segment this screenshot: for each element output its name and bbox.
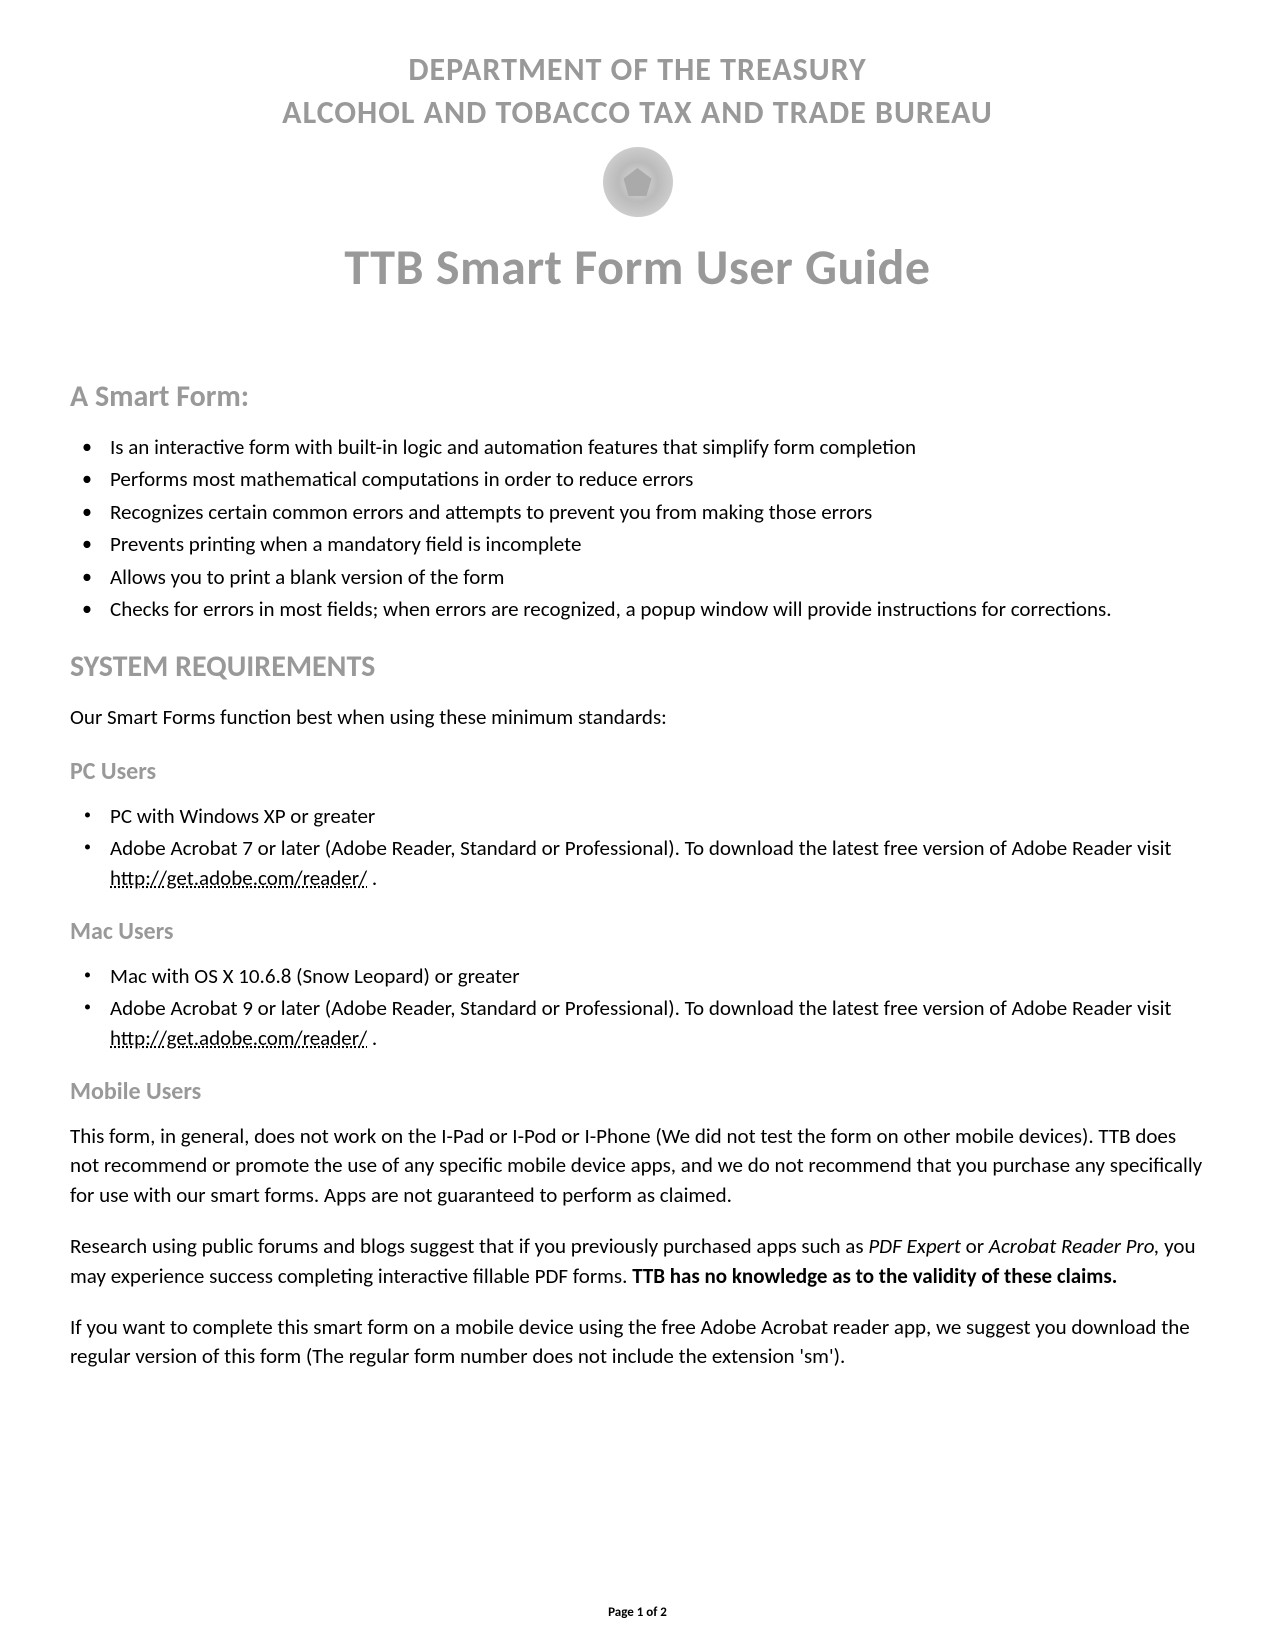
adobe-reader-link[interactable]: http://get.adobe.com/reader/ <box>110 1025 367 1051</box>
mobile-para-2: Research using public forums and blogs s… <box>70 1232 1205 1291</box>
list-item: Is an interactive form with built-in log… <box>70 433 1205 462</box>
list-item: PC with Windows XP or greater <box>70 802 1205 831</box>
app-name-italic: Acrobat Reader Pro, <box>989 1233 1160 1259</box>
mac-users-heading: Mac Users <box>70 917 1205 946</box>
document-header: DEPARTMENT OF THE TREASURY ALCOHOL AND T… <box>70 50 1205 298</box>
system-requirements-heading: SYSTEM REQUIREMENTS <box>70 648 1205 685</box>
text-span: . <box>367 865 377 891</box>
page-footer: Page 1 of 2 <box>0 1605 1275 1620</box>
main-title: TTB Smart Form User Guide <box>70 237 1205 298</box>
list-item: Adobe Acrobat 9 or later (Adobe Reader, … <box>70 994 1205 1053</box>
text-span: Adobe Acrobat 9 or later (Adobe Reader, … <box>110 995 1171 1021</box>
list-item: Mac with OS X 10.6.8 (Snow Leopard) or g… <box>70 962 1205 991</box>
mac-users-list: Mac with OS X 10.6.8 (Snow Leopard) or g… <box>70 962 1205 1053</box>
text-span: . <box>367 1025 377 1051</box>
mobile-users-heading: Mobile Users <box>70 1077 1205 1106</box>
mobile-para-1: This form, in general, does not work on … <box>70 1122 1205 1210</box>
department-line-1: DEPARTMENT OF THE TREASURY <box>70 50 1205 89</box>
department-line-2: ALCOHOL AND TOBACCO TAX AND TRADE BUREAU <box>70 93 1205 132</box>
pc-users-heading: PC Users <box>70 757 1205 786</box>
mobile-para-3: If you want to complete this smart form … <box>70 1313 1205 1372</box>
list-item: Adobe Acrobat 7 or later (Adobe Reader, … <box>70 834 1205 893</box>
adobe-reader-link[interactable]: http://get.adobe.com/reader/ <box>110 865 367 891</box>
list-item: Allows you to print a blank version of t… <box>70 563 1205 592</box>
text-span: Adobe Acrobat 7 or later (Adobe Reader, … <box>110 835 1171 861</box>
list-item: Recognizes certain common errors and att… <box>70 498 1205 527</box>
disclaimer-bold: TTB has no knowledge as to the validity … <box>632 1263 1117 1289</box>
smart-form-bullet-list: Is an interactive form with built-in log… <box>70 433 1205 624</box>
app-name-italic: PDF Expert <box>868 1233 961 1259</box>
treasury-seal-icon <box>603 147 673 217</box>
list-item: Performs most mathematical computations … <box>70 465 1205 494</box>
smart-form-heading: A Smart Form: <box>70 378 1205 415</box>
text-span: Research using public forums and blogs s… <box>70 1233 868 1259</box>
pc-users-list: PC with Windows XP or greater Adobe Acro… <box>70 802 1205 893</box>
list-item: Prevents printing when a mandatory field… <box>70 530 1205 559</box>
system-requirements-intro: Our Smart Forms function best when using… <box>70 703 1205 732</box>
list-item: Checks for errors in most fields; when e… <box>70 595 1205 624</box>
text-span: or <box>961 1233 989 1259</box>
